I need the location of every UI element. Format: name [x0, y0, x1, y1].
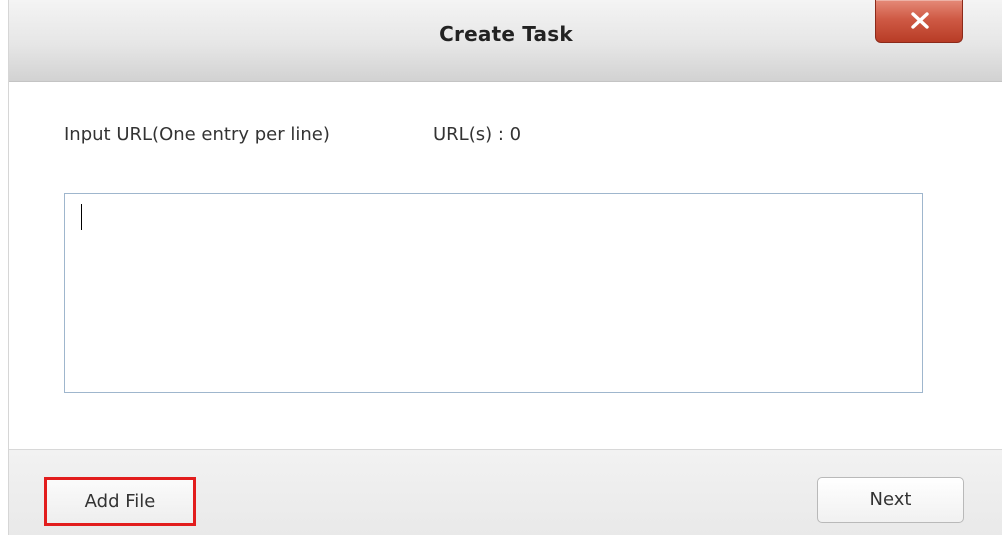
url-input-textarea[interactable] [64, 193, 923, 393]
create-task-dialog: Create Task Input URL(One entry per line… [8, 0, 1002, 535]
url-count-label: URL(s) : 0 [433, 124, 522, 145]
dialog-title: Create Task [439, 22, 573, 46]
next-button[interactable]: Next [817, 477, 964, 523]
dialog-titlebar: Create Task [9, 0, 1002, 82]
add-file-button[interactable]: Add File [44, 477, 196, 526]
dialog-footer: Add File Next [9, 449, 1002, 535]
close-x-icon [911, 12, 929, 29]
text-caret [81, 204, 82, 230]
url-input-label: Input URL(One entry per line) [64, 124, 330, 145]
close-button[interactable] [875, 0, 963, 43]
